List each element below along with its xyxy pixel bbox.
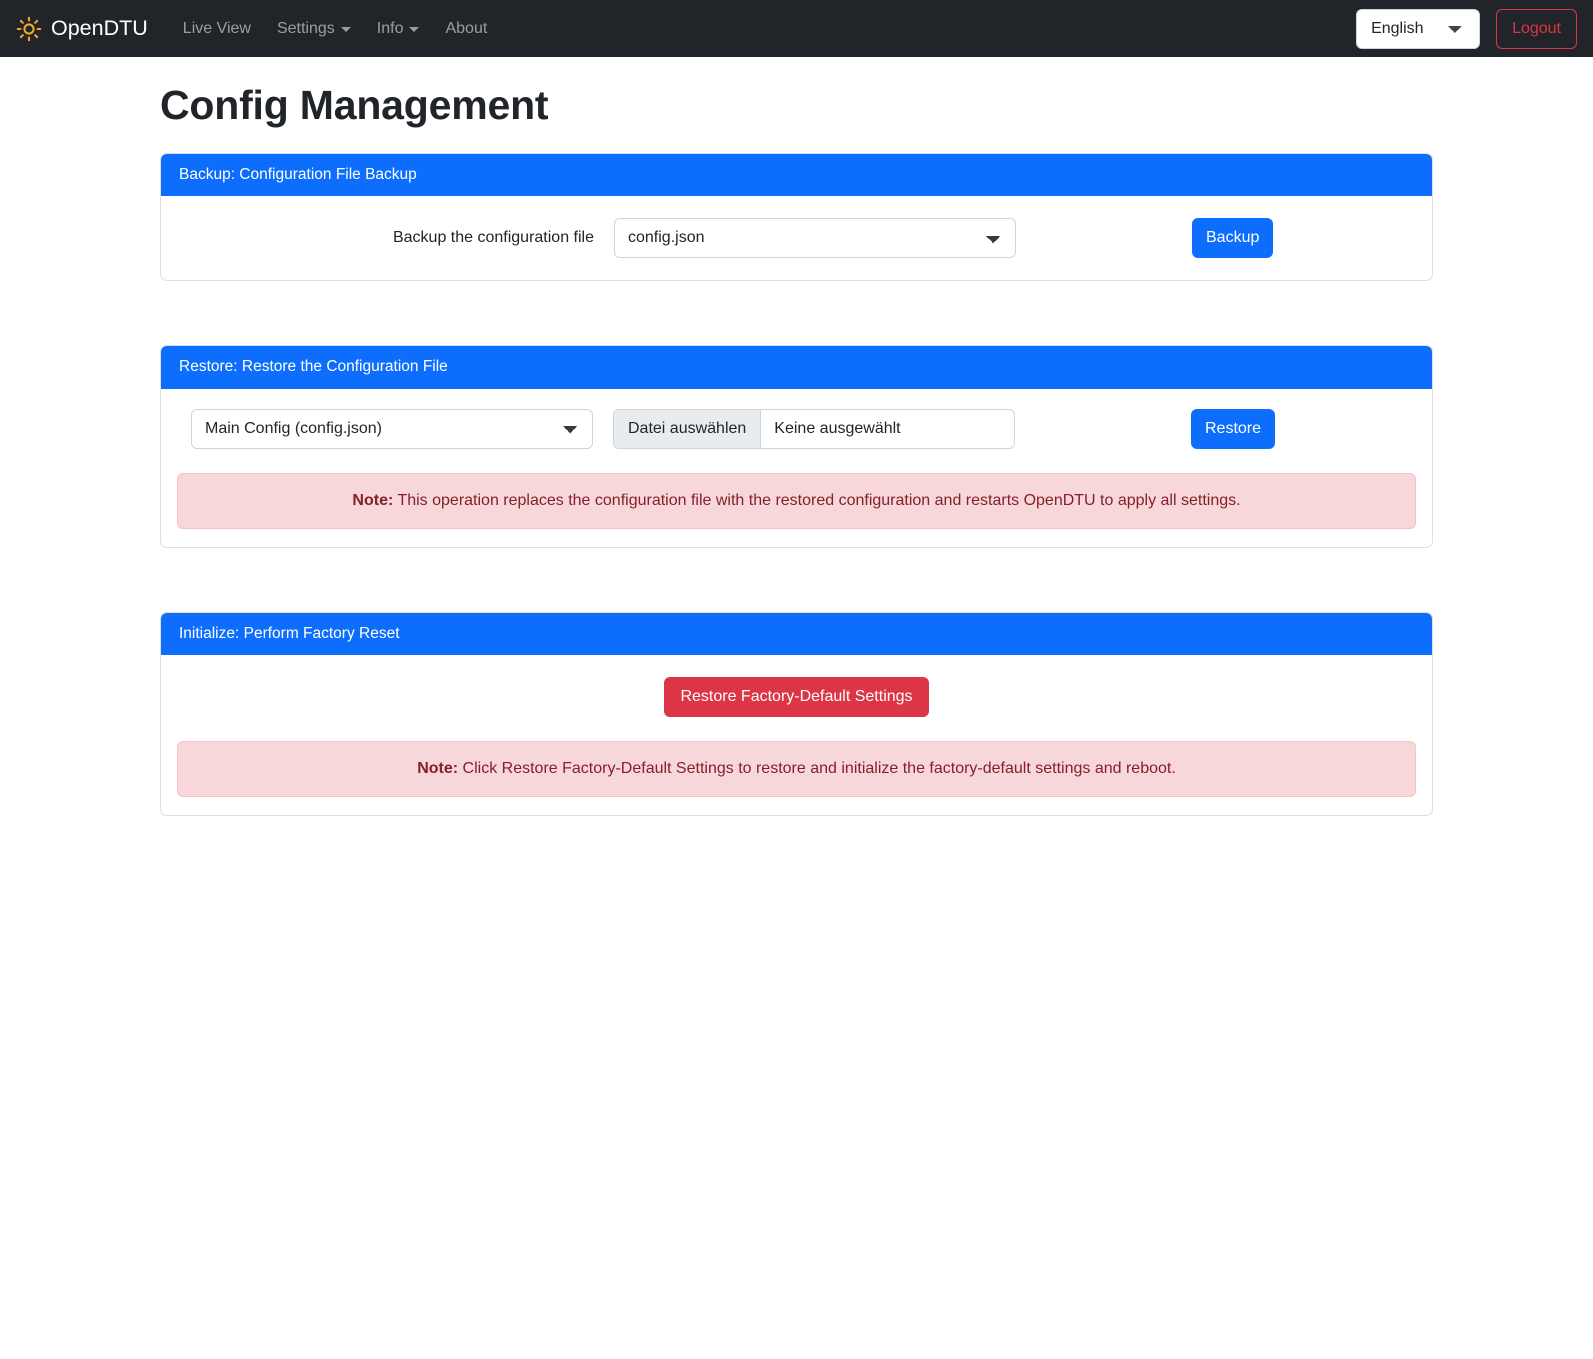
nav-item-settings: Settings — [264, 12, 364, 46]
backup-card: Backup: Configuration File Backup Backup… — [160, 153, 1433, 282]
backup-file-select[interactable]: config.json — [614, 218, 1016, 259]
restore-file-input[interactable]: Datei auswählen Keine ausgewählt — [613, 408, 1015, 449]
nav-item-about: About — [432, 12, 500, 46]
brand-label: OpenDTU — [51, 16, 148, 40]
initialize-note-text: Click Restore Factory-Default Settings t… — [458, 760, 1176, 778]
logout-button[interactable]: Logout — [1496, 8, 1577, 49]
nav-item-live-view: Live View — [170, 12, 264, 46]
backup-row: Backup the configuration file config.jso… — [177, 214, 1416, 262]
restore-button[interactable]: Restore — [1191, 408, 1276, 449]
backup-action-wrapper: Backup — [1016, 218, 1274, 259]
initialize-note-prefix: Note: — [417, 760, 459, 778]
nav-item-info: Info — [364, 12, 433, 46]
restore-note-text: This operation replaces the configuratio… — [393, 491, 1241, 509]
initialize-card: Initialize: Perform Factory Reset Restor… — [160, 611, 1433, 817]
nav-link-live-view[interactable]: Live View — [170, 12, 264, 46]
restore-action-wrapper: Restore — [1015, 408, 1276, 449]
backup-button[interactable]: Backup — [1192, 218, 1274, 259]
chevron-down-icon — [409, 27, 420, 32]
backup-file-label: Backup the configuration file — [392, 229, 594, 247]
nav-link-settings[interactable]: Settings — [264, 12, 364, 46]
choose-file-button[interactable]: Datei auswählen — [614, 409, 762, 448]
restore-card-body: Main Config (config.json) Datei auswähle… — [161, 389, 1432, 547]
page-title: Config Management — [160, 82, 549, 128]
backup-select-wrapper: config.json — [614, 218, 1016, 259]
nav-links: Live View Settings Info About — [170, 12, 501, 46]
page-container: Config Management Backup: Configuration … — [154, 82, 1439, 817]
navbar-right-group: EnglishDeutschFrançais Logout — [1356, 8, 1577, 49]
backup-card-header: Backup: Configuration File Backup — [161, 154, 1432, 197]
restore-card-header: Restore: Restore the Configuration File — [161, 346, 1432, 389]
restore-config-select[interactable]: Main Config (config.json) — [191, 408, 593, 449]
language-select[interactable]: EnglishDeutschFrançais — [1356, 8, 1481, 49]
sun-icon — [16, 16, 42, 42]
initialize-card-header: Initialize: Perform Factory Reset — [161, 612, 1432, 656]
restore-note-prefix: Note: — [352, 491, 394, 509]
backup-card-body: Backup the configuration file config.jso… — [161, 196, 1432, 280]
nav-link-about[interactable]: About — [432, 12, 500, 46]
restore-factory-default-button[interactable]: Restore Factory-Default Settings — [664, 677, 929, 718]
restore-select-wrapper: Main Config (config.json) — [191, 408, 593, 449]
initialize-card-body: Restore Factory-Default Settings Note: C… — [161, 655, 1432, 815]
selected-file-name: Keine ausgewählt — [774, 419, 901, 437]
nav-link-info-label: Info — [376, 19, 404, 37]
nav-link-info[interactable]: Info — [364, 12, 433, 46]
factory-reset-row: Restore Factory-Default Settings — [177, 673, 1416, 719]
restore-note: Note: This operation replaces the config… — [177, 472, 1416, 529]
chevron-down-icon — [340, 27, 351, 32]
brand-logo-link[interactable]: OpenDTU — [14, 16, 148, 42]
nav-link-about-label: About — [445, 19, 488, 37]
nav-link-live-view-label: Live View — [182, 19, 251, 37]
initialize-note: Note: Click Restore Factory-Default Sett… — [177, 741, 1416, 798]
restore-card: Restore: Restore the Configuration File … — [160, 345, 1433, 548]
restore-row: Main Config (config.json) Datei auswähle… — [177, 407, 1416, 451]
top-navbar: OpenDTU Live View Settings Info About En… — [0, 0, 1593, 57]
nav-link-settings-label: Settings — [276, 19, 335, 37]
